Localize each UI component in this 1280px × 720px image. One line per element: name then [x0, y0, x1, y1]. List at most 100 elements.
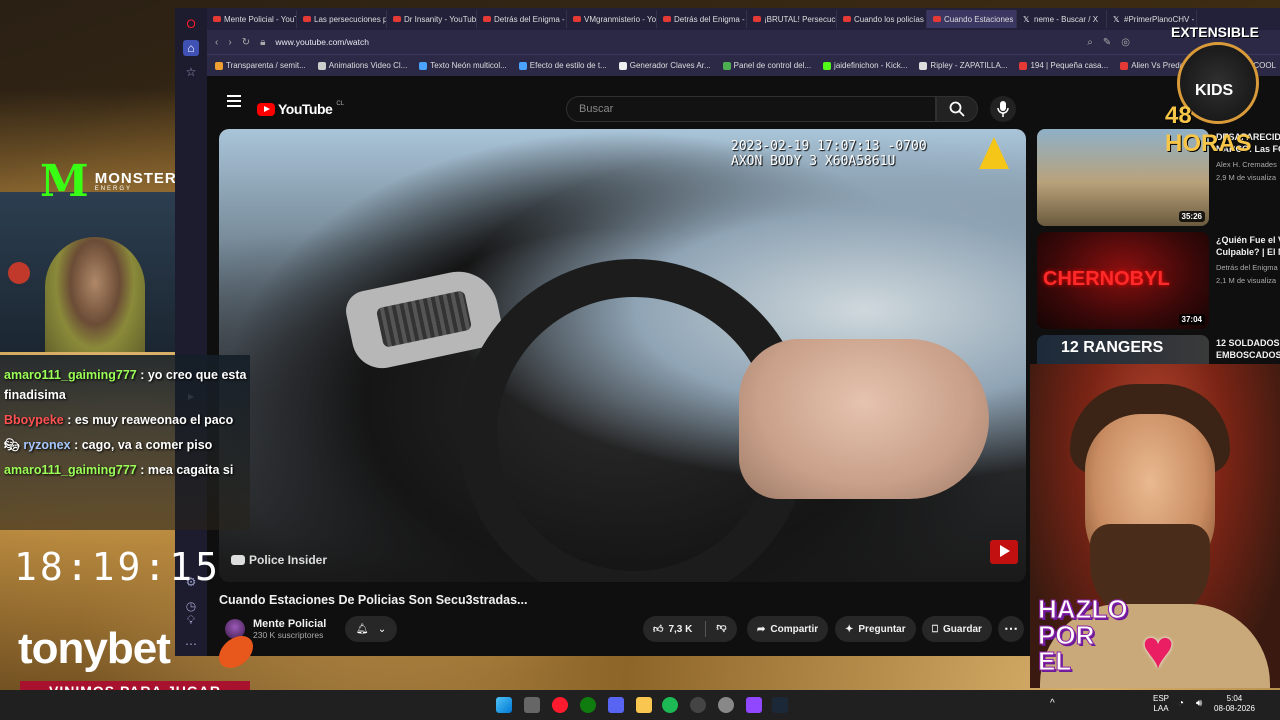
browser-tab[interactable]: ¡BRUTAL! Persecución: [747, 10, 837, 28]
forward-icon[interactable]: ›: [228, 37, 231, 48]
chat-message: amaro111_gaiming777 : mea cagaita si: [4, 463, 234, 477]
tab-label: ¡BRUTAL! Persecución: [764, 14, 836, 24]
hazlo-line: EL: [1038, 646, 1072, 676]
kids-badge: EXTENSIBLE KIDS 48 HORAS: [1165, 24, 1275, 157]
tonybet-logo: tonybet: [18, 624, 171, 673]
url-field[interactable]: www.youtube.com/watch: [275, 37, 369, 47]
back-icon[interactable]: ‹: [215, 37, 218, 48]
tray-overflow-icon[interactable]: ^: [1050, 699, 1055, 709]
tab-label: Dr Insanity - YouTube: [404, 14, 477, 24]
browser-tab[interactable]: Dr Insanity - YouTube: [387, 10, 477, 28]
recommended-title[interactable]: ¿Quién Fue el V Culpable? | El M: [1216, 234, 1280, 258]
bookmarks-bar: Transparenta / semit... Animations Video…: [207, 54, 1280, 76]
recommended-channel[interactable]: Detrás del Enigma: [1216, 262, 1280, 273]
twitch-icon[interactable]: [746, 697, 762, 713]
bookmark-icon: [1019, 61, 1028, 70]
browser-tab[interactable]: Mente Policial - YouTube: [207, 10, 297, 28]
browser-tab[interactable]: Detrás del Enigma - Y: [477, 10, 567, 28]
browser-tab[interactable]: VMgranmisterio - You: [567, 10, 657, 28]
browser-tab[interactable]: Las persecuciones po: [297, 10, 387, 28]
save-button[interactable]: ⎕ Guardar: [922, 616, 992, 642]
language-top: ESP: [1153, 694, 1170, 703]
channel-name[interactable]: Mente Policial: [253, 618, 326, 630]
zoom-icon[interactable]: ⌕: [1087, 37, 1093, 48]
search-button[interactable]: [936, 96, 978, 122]
bookmark-item[interactable]: Animations Video Cl...: [317, 61, 407, 70]
pinboard-icon[interactable]: ☆: [183, 64, 199, 80]
bookmark-item[interactable]: 194 | Pequeña casa...: [1019, 61, 1108, 70]
menu-icon[interactable]: [227, 95, 241, 107]
opera-logo-icon[interactable]: O: [183, 16, 199, 32]
bodycam-line-1: 2023-02-19 17:07:13 -0700: [731, 139, 927, 154]
bookmark-item[interactable]: Panel de control del...: [722, 61, 812, 70]
bookmark-label: Generador Claves Ar...: [629, 61, 711, 70]
volume-icon[interactable]: 🔊︎: [1196, 699, 1202, 709]
browser-tab[interactable]: Cuando los policías s: [837, 10, 927, 28]
lightbulb-icon[interactable]: 💡︎: [183, 612, 199, 628]
browser-tab-active[interactable]: Cuando Estaciones De: [927, 10, 1017, 28]
bookmark-item[interactable]: Efecto de estilo de t...: [518, 61, 607, 70]
start-icon[interactable]: [496, 697, 512, 713]
bookmark-item[interactable]: Transparenta / semit...: [215, 61, 306, 70]
more-icon[interactable]: ⋯: [183, 636, 199, 652]
browser-tab[interactable]: Detrás del Enigma - Y: [657, 10, 747, 28]
sparkle-icon: ✦: [845, 623, 854, 635]
title-line: EMBOSCADOS: [1216, 350, 1280, 360]
language-indicator[interactable]: ESP LAA: [1153, 694, 1169, 714]
chat-user: amaro111_gaiming777: [4, 368, 137, 382]
task-view-icon[interactable]: [524, 697, 540, 713]
hazlo-line: POR: [1038, 620, 1095, 650]
edit-icon[interactable]: ✎: [1103, 37, 1111, 48]
bookmark-icon: [419, 61, 428, 70]
youtube-logo[interactable]: YouTube CL: [257, 101, 344, 117]
bookmark-item[interactable]: Ripley - ZAPATILLA...: [919, 61, 1007, 70]
bookmark-label: Efecto de estilo de t...: [529, 61, 607, 70]
browser-tab[interactable]: 𝕏neme - Buscar / X: [1017, 10, 1107, 28]
language-bottom: LAA: [1153, 704, 1169, 713]
steam-icon[interactable]: [772, 697, 788, 713]
subscribe-watermark-button[interactable]: [990, 540, 1018, 564]
search-icon: [949, 101, 965, 117]
bookmark-label: Panel de control del...: [733, 61, 812, 70]
ask-button[interactable]: ✦ Preguntar: [835, 616, 916, 642]
bookmark-icon: [215, 61, 223, 70]
recommended-title[interactable]: 12 SOLDADOS EMBOSCADOS: [1216, 337, 1280, 361]
recommended-thumbnail[interactable]: CHERNOBYL 37:04: [1037, 232, 1209, 329]
share-button[interactable]: ➦ Compartir: [747, 616, 829, 642]
channel-watermark: Police Insider: [231, 553, 327, 567]
recommended-video[interactable]: CHERNOBYL 37:04 ¿Quién Fue el V Culpable?…: [1037, 232, 1280, 329]
spotify-icon[interactable]: [662, 697, 678, 713]
bookmark-icon: [618, 61, 627, 70]
voice-search-button[interactable]: [990, 96, 1016, 122]
like-button[interactable]: 👍︎ 7,3 K 👎︎: [643, 616, 737, 642]
reload-icon[interactable]: ↻: [242, 37, 250, 48]
wifi-icon[interactable]: ◔: [1178, 699, 1184, 709]
bookmark-item[interactable]: Texto Neón multicol...: [419, 61, 507, 70]
youtube-header: YouTube CL Buscar: [207, 76, 1280, 132]
camera-icon[interactable]: ◎: [1121, 37, 1130, 48]
file-explorer-icon[interactable]: [636, 697, 652, 713]
youtube-favicon-icon: [753, 16, 761, 22]
streamer-avatar-art: HAZLO POR EL ♥: [1030, 364, 1280, 688]
video-player[interactable]: 2023-02-19 17:07:13 -0700 AXON BODY 3 X6…: [219, 129, 1026, 582]
hazlo-line: HAZLO: [1038, 594, 1129, 624]
chat-user: Bboypeke: [4, 413, 64, 427]
obs-icon[interactable]: [690, 697, 706, 713]
video-hand: [739, 339, 989, 499]
xbox-icon[interactable]: [580, 697, 596, 713]
notification-bell-button[interactable]: 🔔︎ ⌄: [345, 616, 397, 642]
home-icon[interactable]: ⌂: [183, 40, 199, 56]
discord-icon[interactable]: [608, 697, 624, 713]
app-icon[interactable]: [718, 697, 734, 713]
search-input[interactable]: Buscar: [566, 96, 936, 122]
opera-taskbar-icon[interactable]: [552, 697, 568, 713]
thumbs-down-icon[interactable]: 👎︎: [705, 621, 727, 637]
lock-icon: 🔒︎: [260, 36, 266, 48]
bookmark-item[interactable]: Generador Claves Ar...: [618, 61, 711, 70]
clock-date[interactable]: 5:04 08-08-2026: [1214, 694, 1255, 714]
taskbar-date: 08-08-2026: [1214, 704, 1255, 713]
bookmark-item[interactable]: jaidefinichon - Kick...: [823, 61, 907, 70]
more-options-button[interactable]: ⋯: [998, 616, 1024, 642]
chat-text: cago, va a comer piso: [81, 438, 213, 452]
recommended-channel[interactable]: Alex H. Cremades: [1216, 159, 1280, 170]
